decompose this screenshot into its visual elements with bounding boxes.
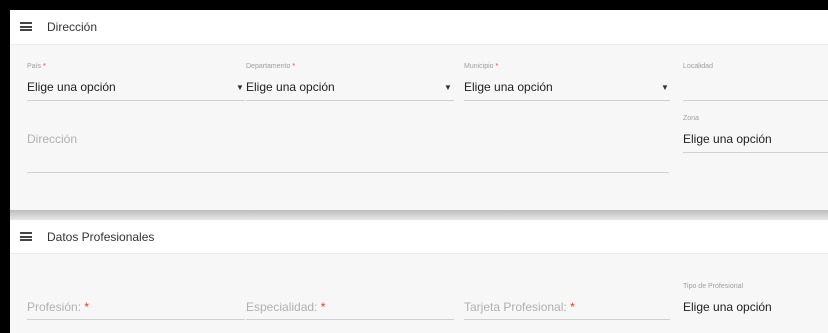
caret-down-icon: ▼ <box>661 83 669 92</box>
departamento-label: Departamento * <box>246 63 296 70</box>
zona-label: Zona <box>683 115 699 122</box>
datos-profesionales-header: Datos Profesionales <box>10 220 828 254</box>
hamburger-menu-icon[interactable] <box>20 22 32 31</box>
tipo-profesional-select[interactable]: Tipo de Profesional Elige una opción <box>683 283 828 323</box>
caret-down-icon: ▼ <box>444 83 452 92</box>
tipo-profesional-value: Elige una opción <box>683 300 772 314</box>
pais-select[interactable]: País * Elige una opción ▼ <box>27 63 245 103</box>
datos-profesionales-title: Datos Profesionales <box>47 230 155 244</box>
tipo-profesional-label: Tipo de Profesional <box>683 283 744 290</box>
pais-value: Elige una opción <box>27 80 116 94</box>
section-divider <box>10 210 828 220</box>
direccion-title: Dirección <box>47 20 98 34</box>
datos-profesionales-section: Datos Profesionales Profesión: * Especia… <box>10 220 828 333</box>
zona-value: Elige una opción <box>683 132 772 146</box>
zona-select[interactable]: Zona Elige una opción <box>683 115 828 155</box>
form-container: Dirección País * Elige una opción ▼ Depa… <box>10 10 828 333</box>
localidad-label: Localidad <box>683 63 713 70</box>
tarjeta-profesional-placeholder: Tarjeta Profesional: * <box>464 300 575 314</box>
direccion-section: Dirección País * Elige una opción ▼ Depa… <box>10 10 828 210</box>
municipio-label: Municipio * <box>464 63 499 70</box>
departamento-select[interactable]: Departamento * Elige una opción ▼ <box>246 63 454 103</box>
localidad-input[interactable]: Localidad <box>683 63 828 103</box>
direccion-header: Dirección <box>10 10 828 45</box>
direccion-input[interactable]: Dirección <box>27 128 669 176</box>
departamento-value: Elige una opción <box>246 80 335 94</box>
hamburger-menu-icon[interactable] <box>20 232 32 241</box>
profesion-input[interactable]: Profesión: * <box>27 298 245 322</box>
especialidad-placeholder: Especialidad: * <box>246 300 326 314</box>
especialidad-input[interactable]: Especialidad: * <box>246 298 454 322</box>
pais-label: País * <box>27 63 46 70</box>
municipio-select[interactable]: Municipio * Elige una opción ▼ <box>464 63 670 103</box>
profesion-placeholder: Profesión: * <box>27 300 90 314</box>
direccion-placeholder: Dirección <box>27 132 78 146</box>
municipio-value: Elige una opción <box>464 80 553 94</box>
caret-down-icon: ▼ <box>236 83 244 92</box>
tarjeta-profesional-input[interactable]: Tarjeta Profesional: * <box>464 298 670 322</box>
